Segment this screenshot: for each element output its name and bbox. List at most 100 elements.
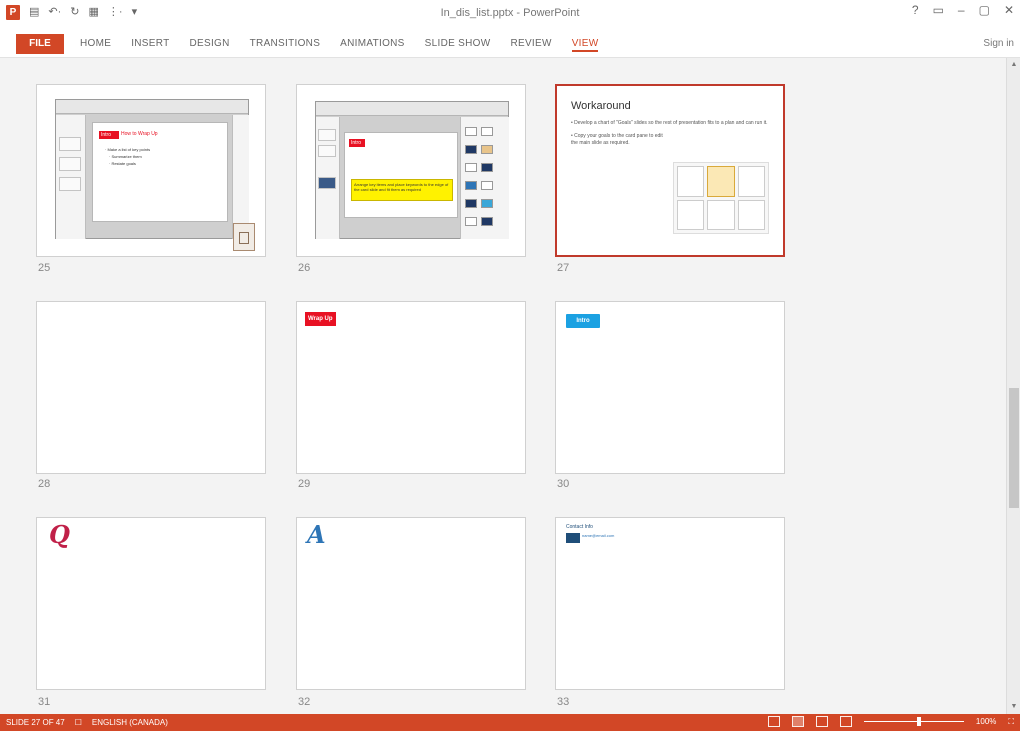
- window-title: In_dis_list.pptx - PowerPoint: [440, 7, 580, 19]
- tab-home[interactable]: HOME: [80, 38, 111, 52]
- save-icon[interactable]: ▤: [29, 5, 39, 20]
- scroll-thumb[interactable]: [1009, 388, 1019, 508]
- scroll-down-icon[interactable]: ▼: [1009, 702, 1019, 712]
- slide-thumbnail-32[interactable]: A: [296, 517, 526, 690]
- slide-sorter-view-icon[interactable]: [791, 716, 804, 727]
- powerpoint-logo-icon: P: [6, 5, 20, 20]
- ribbon-tab-bar: FILE HOME INSERT DESIGN TRANSITIONS ANIM…: [0, 28, 1020, 58]
- slide-25-mini-thumb: [59, 177, 81, 191]
- slide-thumbnail-31[interactable]: Q: [36, 517, 266, 690]
- zoom-knob[interactable]: [916, 717, 921, 726]
- grid-card: [737, 166, 765, 197]
- status-right: 100% ⛶: [767, 716, 1014, 727]
- slide-25-mini-thumb: [59, 157, 81, 171]
- touch-mode-icon[interactable]: ⋮·: [108, 5, 123, 20]
- slide-26-mini-canvas: Intro Arrange key items and place keywor…: [344, 132, 458, 218]
- slide-25-mini-ribbon: [56, 100, 248, 114]
- slide-25-mini-thumbnail-pane: [56, 115, 86, 239]
- slide-26-highlight-text: Arrange key items and place keywords to …: [354, 182, 449, 192]
- slide-number-33: 33: [557, 696, 570, 708]
- zoom-track: [863, 721, 964, 722]
- slide-26-mini-thumb: [318, 177, 336, 189]
- slide-25-clipboard-icon: [233, 223, 255, 251]
- tab-slide-show[interactable]: SLIDE SHOW: [425, 38, 491, 52]
- slide-25-bullet: · Restate goals: [109, 161, 136, 166]
- slide-26-screenshot: Intro Arrange key items and place keywor…: [315, 101, 509, 239]
- maximize-icon[interactable]: ▢: [979, 3, 990, 17]
- tab-insert[interactable]: INSERT: [131, 38, 169, 52]
- ribbon-tabs: HOME INSERT DESIGN TRANSITIONS ANIMATION…: [80, 38, 599, 52]
- slide-thumbnail-25[interactable]: Intro How to Wrap Up · Make a list of ke…: [36, 84, 266, 257]
- slide-27-bullets: • Develop a chart of "Goals" slides so t…: [571, 120, 771, 153]
- title-bar: P ▤ ↶· ↻ ▦ ⋮· ▾ In_dis_list.pptx - Power…: [0, 0, 1020, 28]
- slide-26-mini-ribbon: [316, 102, 508, 116]
- slide-31-letter: Q: [49, 520, 70, 549]
- slide-26-highlight-box: Arrange key items and place keywords to …: [351, 179, 453, 201]
- scroll-up-icon[interactable]: ▲: [1009, 60, 1019, 70]
- normal-view-icon[interactable]: [767, 716, 780, 727]
- grid-card: [707, 199, 735, 230]
- tab-design[interactable]: DESIGN: [190, 38, 230, 52]
- help-icon[interactable]: ?: [912, 3, 919, 17]
- slide-25-mini-canvas: Intro How to Wrap Up · Make a list of ke…: [92, 122, 228, 222]
- slide-33-photo: [566, 533, 580, 543]
- slide-number-26: 26: [298, 262, 311, 274]
- slide-26-mini-thumbnail-pane: [316, 117, 340, 239]
- grid-card: [677, 199, 705, 230]
- slide-thumbnail-27[interactable]: Workaround • Develop a chart of "Goals" …: [555, 84, 785, 257]
- slide-show-view-icon[interactable]: [839, 716, 852, 727]
- slide-33-heading: Contact Info: [566, 524, 593, 530]
- tab-transitions[interactable]: TRANSITIONS: [250, 38, 321, 52]
- grid-card: [677, 166, 705, 197]
- slide-26-intro-badge: Intro: [349, 139, 365, 147]
- slide-25-screenshot: Intro How to Wrap Up · Make a list of ke…: [55, 99, 249, 239]
- start-slideshow-icon[interactable]: ▦: [89, 5, 99, 20]
- tab-view[interactable]: VIEW: [571, 38, 599, 52]
- slide-thumbnail-28[interactable]: [36, 301, 266, 474]
- notes-status-icon[interactable]: ☐: [75, 718, 82, 727]
- slide-number-30: 30: [557, 478, 570, 490]
- slide-count: SLIDE 27 OF 47: [6, 718, 65, 727]
- grid-card: [737, 199, 765, 230]
- slide-26-mini-card-pane: [460, 117, 509, 239]
- undo-icon[interactable]: ↶·: [48, 5, 61, 20]
- language-indicator[interactable]: ENGLISH (CANADA): [92, 718, 168, 727]
- slide-25-bullet: · Make a list of key points: [105, 147, 151, 152]
- slide-27-card-grid: [673, 162, 769, 234]
- status-left: SLIDE 27 OF 47 ☐ ENGLISH (CANADA): [6, 718, 168, 727]
- reading-view-icon[interactable]: [815, 716, 828, 727]
- vertical-scrollbar[interactable]: ▲ ▼: [1006, 58, 1020, 714]
- tab-animations[interactable]: ANIMATIONS: [340, 38, 404, 52]
- quick-access-toolbar: P ▤ ↶· ↻ ▦ ⋮· ▾: [6, 5, 137, 20]
- slide-thumbnail-33[interactable]: Contact Info name@email.com: [555, 517, 785, 690]
- minimize-icon[interactable]: –: [958, 3, 965, 17]
- ribbon-display-options-icon[interactable]: ▭: [933, 3, 944, 17]
- slide-number-27: 27: [557, 262, 570, 274]
- slide-thumbnail-30[interactable]: Intro: [555, 301, 785, 474]
- slide-thumbnail-29[interactable]: Wrap Up: [296, 301, 526, 474]
- fit-slide-icon[interactable]: ⛶: [1008, 717, 1014, 727]
- slide-25-heading: How to Wrap Up: [121, 131, 158, 137]
- slide-number-25: 25: [38, 262, 51, 274]
- slide-33-info: name@email.com: [582, 533, 615, 538]
- slide-thumbnail-26[interactable]: Intro Arrange key items and place keywor…: [296, 84, 526, 257]
- slide-sorter-view: Intro How to Wrap Up · Make a list of ke…: [0, 58, 1006, 714]
- zoom-level[interactable]: 100%: [976, 717, 996, 726]
- tab-review[interactable]: REVIEW: [510, 38, 551, 52]
- window-controls: ? ▭ – ▢ ✕: [912, 3, 1014, 17]
- slide-32-letter: A: [307, 520, 326, 549]
- sign-in-link[interactable]: Sign in: [983, 38, 1014, 49]
- slide-26-mini-thumb: [318, 129, 336, 141]
- slide-25-mini-side-pane: [232, 115, 249, 239]
- grid-card: [707, 166, 735, 197]
- slide-number-28: 28: [38, 478, 51, 490]
- zoom-slider[interactable]: [863, 716, 964, 727]
- redo-icon[interactable]: ↻: [70, 5, 79, 20]
- slide-30-intro-badge: Intro: [566, 314, 600, 328]
- slide-27-bullet: • Copy your goals to the card pane to ed…: [571, 133, 663, 146]
- slide-27-bullet: • Develop a chart of "Goals" slides so t…: [571, 120, 768, 126]
- tab-file[interactable]: FILE: [16, 34, 64, 54]
- slide-26-mini-thumb: [318, 145, 336, 157]
- close-icon[interactable]: ✕: [1004, 3, 1014, 17]
- customize-toolbar-icon[interactable]: ▾: [132, 5, 138, 20]
